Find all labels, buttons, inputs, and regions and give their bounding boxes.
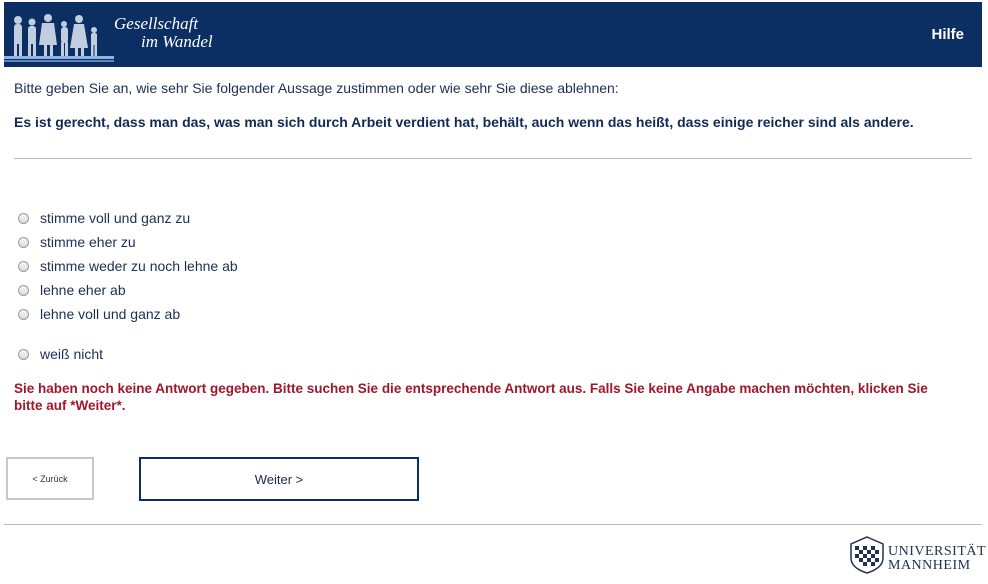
radio-button[interactable] xyxy=(18,212,29,224)
option-label: lehne voll und ganz ab xyxy=(40,306,181,322)
option-label: stimme voll und ganz zu xyxy=(40,210,191,226)
footer-divider xyxy=(4,524,982,525)
option-weder-noch[interactable]: stimme weder zu noch lehne ab xyxy=(18,257,238,275)
option-lehne-voll-ab[interactable]: lehne voll und ganz ab xyxy=(18,305,180,323)
radio-button[interactable] xyxy=(18,348,29,360)
instruction-text: Bitte geben Sie an, wie sehr Sie folgend… xyxy=(14,80,619,96)
question-text: Es ist gerecht, dass man das, was man si… xyxy=(14,114,914,130)
logo-text-line1: Gesellschaft xyxy=(114,14,199,33)
radio-button[interactable] xyxy=(18,308,29,320)
option-label: lehne eher ab xyxy=(40,282,126,298)
universitaet-mannheim-logo: UNIVERSITÄT MANNHEIM xyxy=(850,536,986,576)
radio-button[interactable] xyxy=(18,236,29,248)
logo-text-line2: im Wandel xyxy=(141,32,213,51)
option-lehne-eher-ab[interactable]: lehne eher ab xyxy=(18,281,126,299)
option-stimme-eher-zu[interactable]: stimme eher zu xyxy=(18,233,136,251)
error-message: Sie haben noch keine Antwort gegeben. Bi… xyxy=(14,381,928,413)
back-button[interactable]: < Zurück xyxy=(6,457,94,500)
option-label: stimme weder zu noch lehne ab xyxy=(40,258,238,274)
university-crest-icon xyxy=(850,536,884,574)
option-label: weiß nicht xyxy=(40,346,104,362)
question-divider xyxy=(14,158,972,159)
option-stimme-voll-zu[interactable]: stimme voll und ganz zu xyxy=(18,209,190,227)
people-silhouette-icon xyxy=(4,14,114,62)
next-button[interactable]: Weiter > xyxy=(139,457,419,501)
radio-button[interactable] xyxy=(18,284,29,296)
help-link[interactable]: Hilfe xyxy=(931,26,964,43)
gesellschaft-im-wandel-logo: Gesellschaft im Wandel xyxy=(4,2,244,67)
option-label: stimme eher zu xyxy=(40,234,136,250)
university-name-line2: MANNHEIM xyxy=(888,558,971,573)
header-bar: Gesellschaft im Wandel Hilfe xyxy=(4,2,982,67)
radio-button[interactable] xyxy=(18,260,29,272)
option-weiss-nicht[interactable]: weiß nicht xyxy=(18,345,103,363)
